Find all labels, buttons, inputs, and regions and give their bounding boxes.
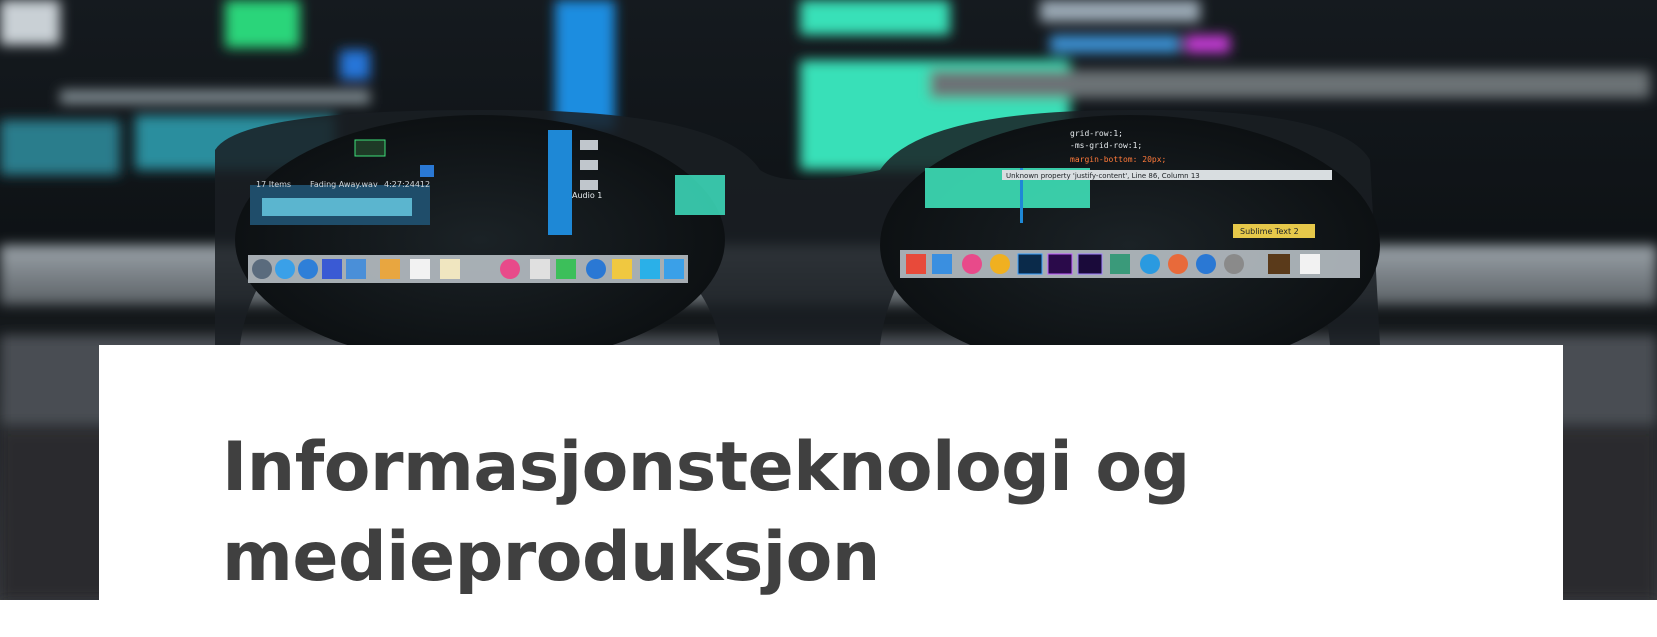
left-track-name: Fading Away.wav [310, 180, 378, 189]
audio-track-label: Audio 1 [572, 191, 602, 200]
code-line-1: grid-row:1; [1070, 129, 1123, 138]
tooltip-label: Sublime Text 2 [1240, 227, 1299, 236]
left-track-count: 17 Items [256, 180, 291, 189]
page-title-line-1: Informasjonsteknologi og [222, 428, 1190, 507]
page-title: Informasjonsteknologi og medieproduksjon [222, 423, 1422, 603]
left-track-time: 4:27:24412 [384, 180, 430, 189]
page-title-line-2: medieproduksjon [222, 518, 880, 597]
title-card: Informasjonsteknologi og medieproduksjon [99, 345, 1563, 637]
error-message: Unknown property 'justify-content', Line… [1006, 172, 1200, 180]
dock-icons-left [248, 255, 688, 283]
code-line-2: -ms-grid-row:1; [1070, 141, 1142, 150]
dock-icons-right [900, 250, 1360, 278]
code-line-3: margin-bottom: 20px; [1070, 155, 1166, 164]
